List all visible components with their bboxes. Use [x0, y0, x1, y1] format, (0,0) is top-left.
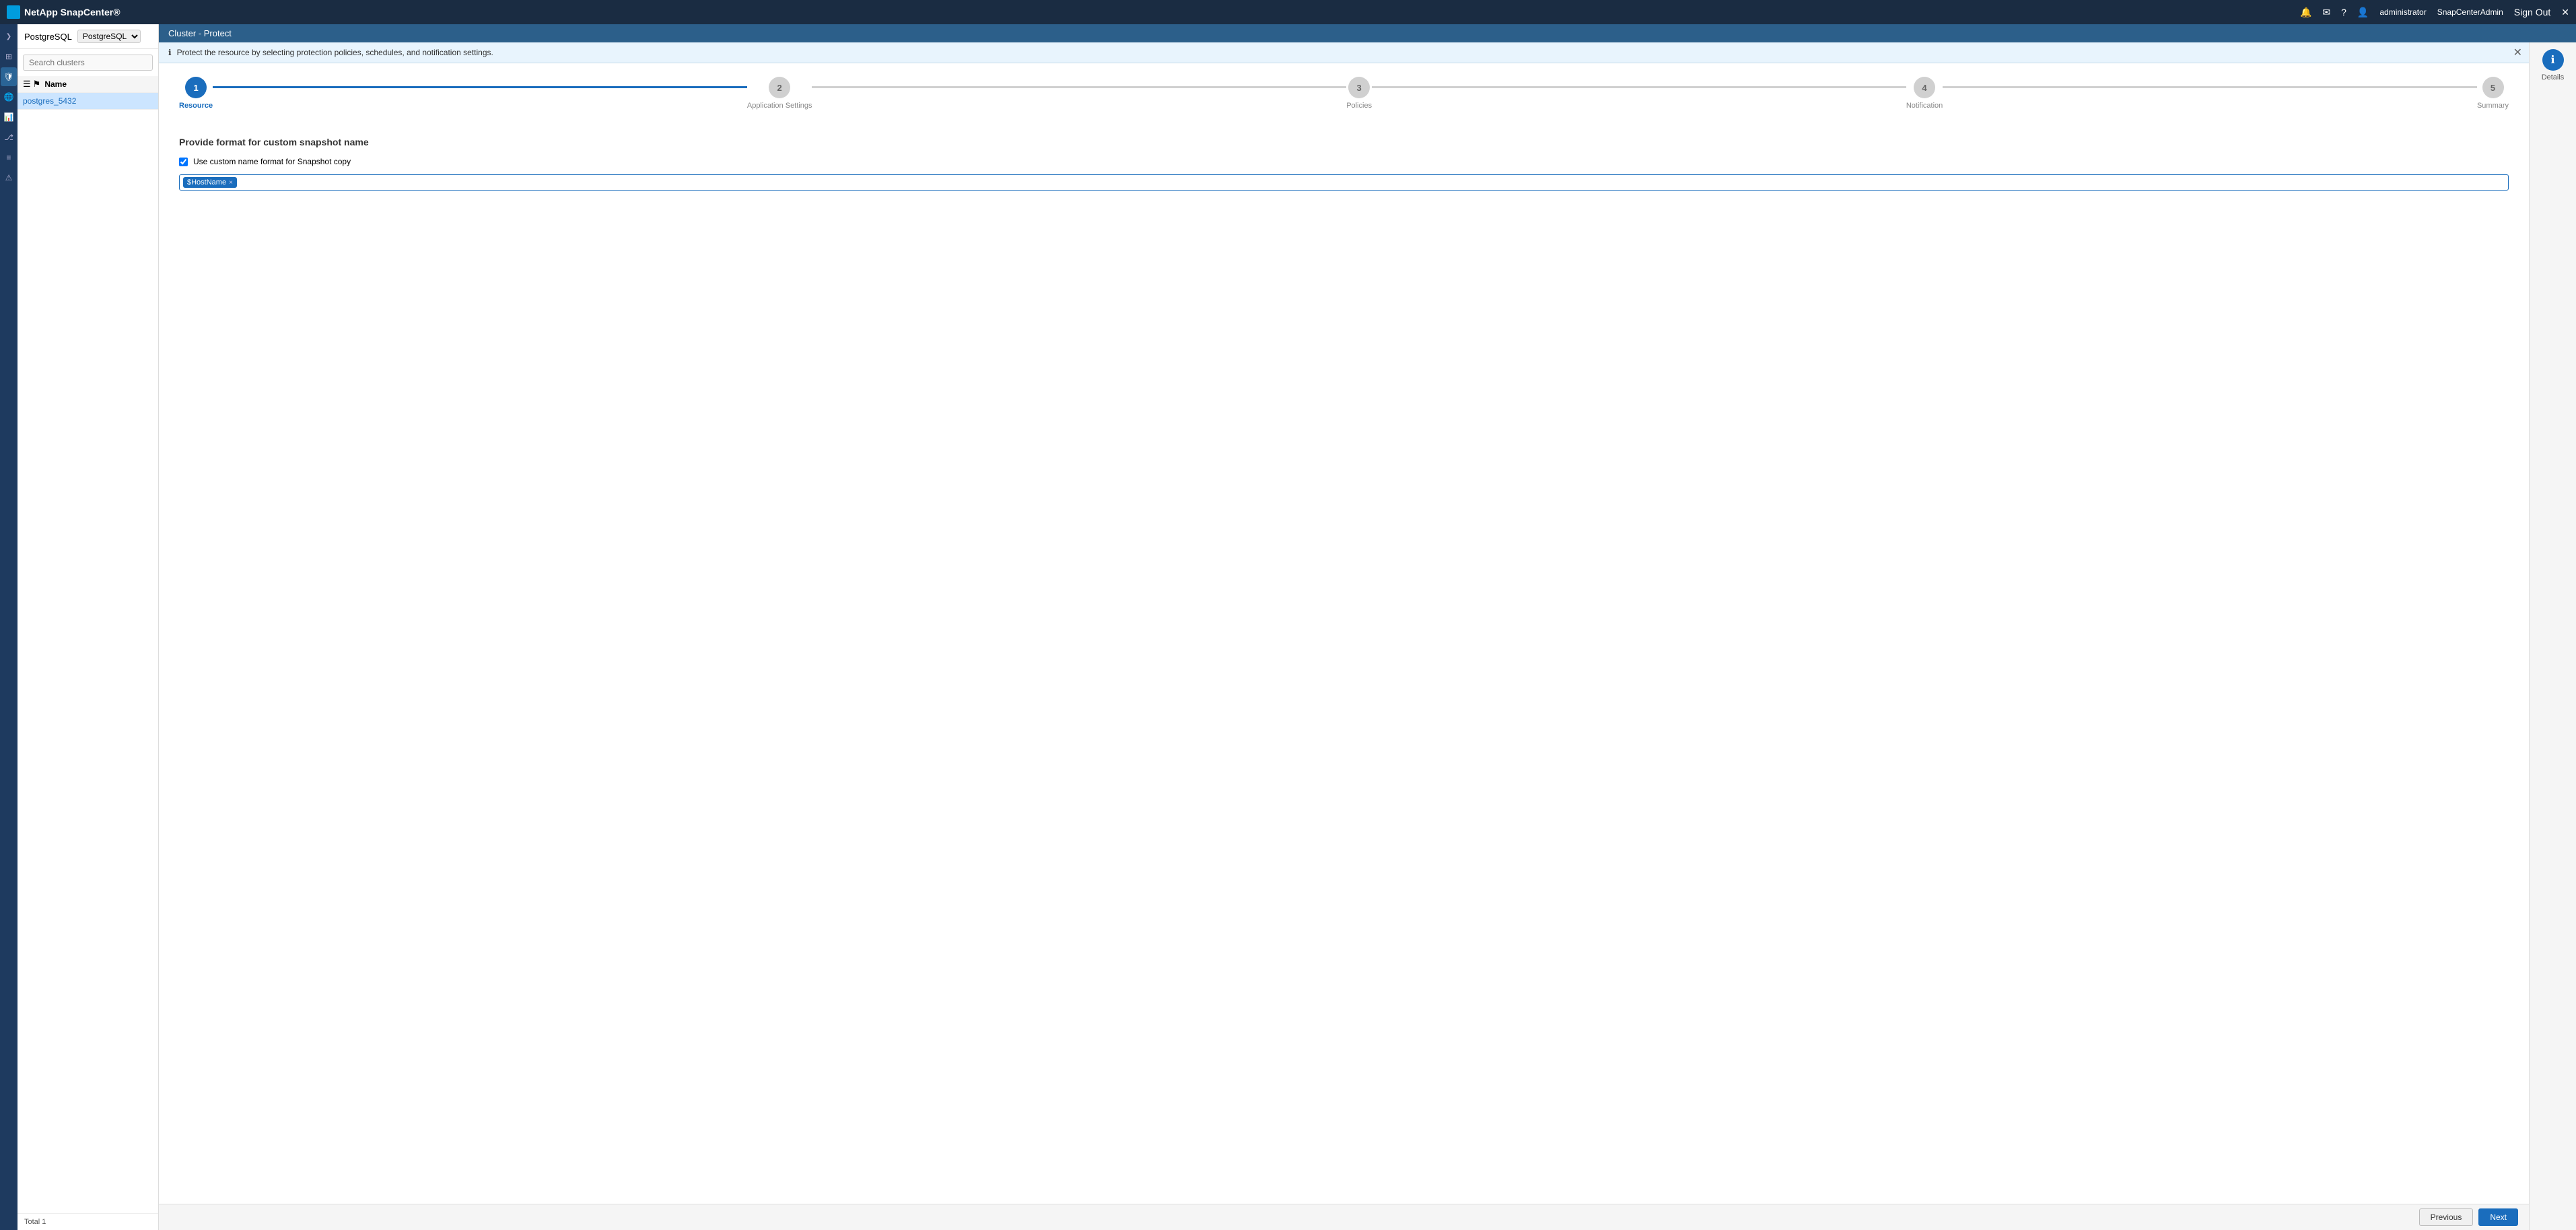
main-layout: ❯ ⊞ 🛡 🌐 📊 ⎇ ≡ ⚠ PostgreSQL PostgreSQL ☰ …: [0, 24, 2576, 1230]
step-1-label: Resource: [179, 102, 213, 110]
message-icon[interactable]: ✉: [2322, 7, 2330, 18]
step-4-circle[interactable]: 4: [1914, 77, 1935, 98]
details-icon: ℹ: [2542, 49, 2564, 71]
total-count-label: Total 1: [24, 1218, 46, 1226]
token-value: $HostName: [187, 178, 226, 186]
connector-1-2: [213, 86, 747, 88]
step-5-circle[interactable]: 5: [2482, 77, 2504, 98]
connector-3-4: [1372, 86, 1906, 88]
step-4: 4 Notification: [1906, 77, 1943, 110]
navbar-left: NetApp SnapCenter®: [7, 5, 120, 19]
step-4-label: Notification: [1906, 102, 1943, 110]
sidebar-item-alerts[interactable]: ⚠: [1, 168, 17, 187]
next-button[interactable]: Next: [2478, 1208, 2518, 1226]
info-message: Protect the resource by selecting protec…: [177, 48, 493, 57]
bottom-bar: Previous Next: [159, 1204, 2529, 1230]
db-type-select[interactable]: PostgreSQL: [77, 30, 141, 43]
sidebar-icons: ❯ ⊞ 🛡 🌐 📊 ⎇ ≡ ⚠: [0, 24, 18, 1230]
protect-panel: ℹ Protect the resource by selecting prot…: [159, 42, 2529, 1230]
step-3-label: Policies: [1346, 102, 1372, 110]
step-5-label: Summary: [2477, 102, 2509, 110]
top-navbar: NetApp SnapCenter® 🔔 ✉ ? 👤 administrator…: [0, 0, 2576, 24]
step-3: 3 Policies: [1346, 77, 1372, 110]
resource-row[interactable]: postgres_5432: [18, 93, 158, 110]
form-title: Provide format for custom snapshot name: [179, 137, 2509, 147]
step-1-circle[interactable]: 1: [185, 77, 207, 98]
content-area: Cluster - Protect ℹ Protect the resource…: [159, 24, 2576, 1230]
sidebar-item-reports[interactable]: 📊: [1, 108, 17, 127]
resource-panel: PostgreSQL PostgreSQL ☰ ⚑ Name postgres_…: [18, 24, 159, 1230]
sidebar-item-protection[interactable]: 🛡: [1, 67, 17, 86]
admin-name: SnapCenterAdmin: [2437, 7, 2503, 17]
app-title: NetApp SnapCenter®: [24, 7, 120, 18]
resource-footer: Total 1: [18, 1213, 158, 1230]
logo-icon: [7, 5, 20, 19]
breadcrumb: Cluster - Protect: [159, 24, 2576, 42]
step-2: 2 Application Settings: [747, 77, 812, 110]
step-5: 5 Summary: [2477, 77, 2509, 110]
hostname-token[interactable]: $HostName ×: [183, 177, 237, 188]
previous-button[interactable]: Previous: [2419, 1208, 2474, 1226]
token-close-icon[interactable]: ×: [229, 179, 233, 186]
col-icons: ☰ ⚑: [23, 79, 40, 90]
search-input[interactable]: [23, 55, 153, 71]
details-label: Details: [2542, 73, 2565, 81]
step-1: 1 Resource: [179, 77, 213, 110]
step-2-circle[interactable]: 2: [769, 77, 790, 98]
checkbox-row: Use custom name format for Snapshot copy: [179, 157, 2509, 166]
user-icon: 👤: [2357, 7, 2369, 18]
help-icon[interactable]: ?: [2341, 7, 2346, 18]
details-icon-area[interactable]: ℹ Details: [2542, 49, 2565, 81]
sidebar-item-globe[interactable]: 🌐: [1, 88, 17, 106]
stepper: 1 Resource 2 Application Settings: [179, 77, 2509, 110]
notification-icon[interactable]: 🔔: [2300, 7, 2311, 18]
sidebar-item-logs[interactable]: ≡: [1, 148, 17, 167]
navbar-right: 🔔 ✉ ? 👤 administrator SnapCenterAdmin Si…: [2300, 7, 2569, 18]
db-type-label: PostgreSQL: [24, 32, 72, 42]
custom-name-label[interactable]: Use custom name format for Snapshot copy: [193, 157, 351, 166]
sidebar-item-topology[interactable]: ⎇: [1, 128, 17, 147]
close-app-button[interactable]: ✕: [2561, 7, 2569, 18]
user-name: administrator: [2379, 7, 2426, 17]
wizard-content: 1 Resource 2 Application Settings: [159, 63, 2529, 1204]
info-close-button[interactable]: ✕: [2513, 46, 2522, 59]
app-logo: NetApp SnapCenter®: [7, 5, 120, 19]
snapshot-name-input[interactable]: [237, 178, 2505, 187]
step-2-label: Application Settings: [747, 102, 812, 110]
connector-4-5: [1943, 86, 2477, 88]
connector-2-3: [812, 86, 1346, 88]
col-name-header: Name: [44, 79, 67, 89]
list-icon: ☰: [23, 79, 31, 90]
step-3-circle[interactable]: 3: [1348, 77, 1370, 98]
search-box: [23, 55, 153, 71]
form-section: Provide format for custom snapshot name …: [179, 130, 2509, 197]
row-name-text: postgres_5432: [23, 96, 76, 106]
info-icon: ℹ: [168, 48, 172, 57]
custom-name-checkbox[interactable]: [179, 158, 188, 166]
flag-icon: ⚑: [33, 79, 41, 90]
resource-panel-header: PostgreSQL PostgreSQL: [18, 24, 158, 49]
right-details-panel: ℹ Details: [2529, 42, 2576, 1230]
details-panel-wrapper: ℹ Protect the resource by selecting prot…: [159, 42, 2576, 1230]
info-bar: ℹ Protect the resource by selecting prot…: [159, 42, 2529, 63]
sidebar-expand-button[interactable]: ❯: [1, 27, 17, 46]
resource-table-header: ☰ ⚑ Name: [18, 76, 158, 93]
signout-button[interactable]: Sign Out: [2514, 7, 2550, 18]
token-input-row[interactable]: $HostName ×: [179, 174, 2509, 191]
sidebar-item-dashboard[interactable]: ⊞: [1, 47, 17, 66]
